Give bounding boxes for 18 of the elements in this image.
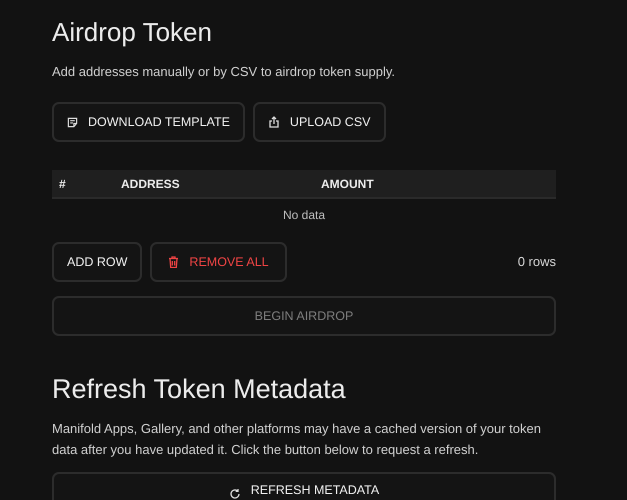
page-title: Airdrop Token	[52, 16, 213, 49]
page-description: Add addresses manually or by CSV to airdrop token supply.	[52, 63, 396, 81]
row-count: 0 rows	[518, 253, 556, 272]
column-header: #	[58, 176, 67, 192]
download-template-button[interactable]: DOWNLOAD TEMPLATE	[52, 102, 245, 142]
upload-icon	[268, 116, 280, 128]
refresh-metadata-button[interactable]: REFRESH METADATA	[52, 472, 556, 500]
refresh-icon	[228, 488, 241, 500]
section-title: Refresh Token Metadata	[52, 373, 347, 406]
column-header: ADDRESS	[121, 176, 181, 192]
column-header: AMOUNT	[321, 176, 374, 192]
section-description: Manifold Apps, Gallery, and other platforms may have a cached version of your token data after you have updated it. Click the button below to request a refresh.	[52, 420, 542, 459]
upload-csv-button[interactable]: UPLOAD CSV	[252, 102, 386, 142]
trash-icon	[168, 256, 180, 268]
remove-all-button[interactable]: REMOVE ALL	[150, 242, 287, 282]
document-icon	[67, 116, 78, 128]
add-row-button[interactable]: ADD ROW	[52, 242, 142, 282]
empty-message: No data	[282, 207, 326, 224]
